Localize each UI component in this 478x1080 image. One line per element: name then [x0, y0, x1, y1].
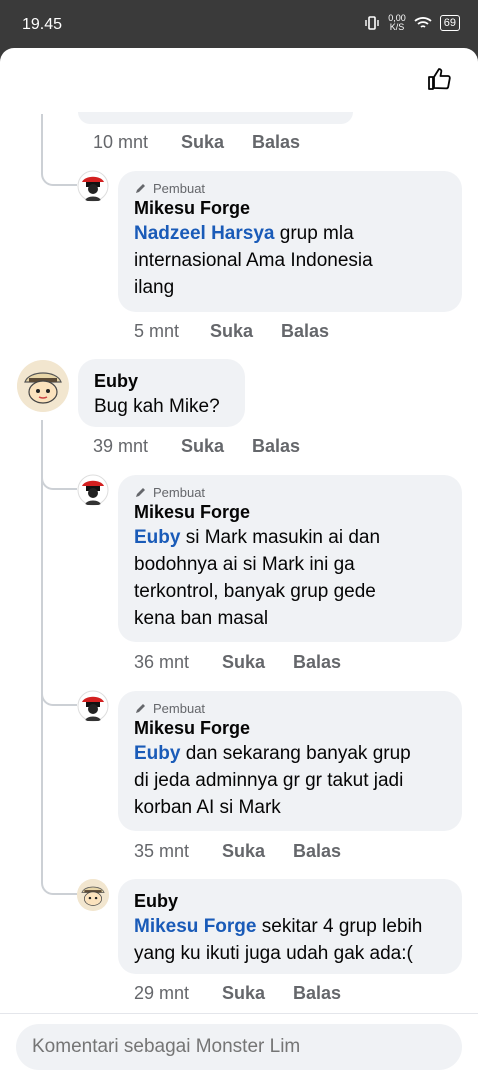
comment-bubble[interactable]: Pembuat Mikesu Forge Nadzeel Harsya grup…: [118, 171, 462, 312]
comment-composer: [0, 1013, 478, 1080]
avatar[interactable]: [77, 879, 109, 911]
comment-bubble[interactable]: Euby Bug kah Mike?: [78, 359, 245, 427]
reply-link[interactable]: Balas: [293, 652, 341, 673]
comment-author[interactable]: Euby: [94, 369, 229, 393]
comment-text: Euby dan sekarang banyak grup di jeda ad…: [134, 743, 411, 818]
reply-link[interactable]: Balas: [281, 321, 329, 342]
status-bar: 19.45 0,00 K/S 69: [0, 0, 478, 48]
avatar-image: [17, 360, 69, 412]
avatar[interactable]: [17, 360, 69, 412]
thumbs-up-icon[interactable]: [426, 66, 452, 92]
like-link[interactable]: Suka: [222, 841, 293, 862]
comment-bubble[interactable]: Pembuat Mikesu Forge Euby si Mark masuki…: [118, 475, 462, 642]
comment-actions: 36 mnt Suka Balas: [134, 652, 341, 673]
network-speed: 0,00 K/S: [388, 13, 406, 32]
like-link[interactable]: Suka: [222, 983, 293, 1004]
like-link[interactable]: Suka: [181, 132, 252, 153]
comment-text: Mikesu Forge sekitar 4 grup lebih yang k…: [134, 916, 423, 964]
like-link[interactable]: Suka: [181, 436, 252, 457]
mention-link[interactable]: Mikesu Forge: [134, 916, 256, 937]
comment-actions: 10 mnt Suka Balas: [93, 132, 300, 153]
reply-connector: [41, 170, 77, 186]
comment-text: Bug kah Mike?: [94, 396, 220, 417]
avatar-image: [77, 879, 109, 911]
avatar-image: [77, 690, 109, 722]
status-icons: 0,00 K/S 69: [364, 14, 460, 32]
comment-author[interactable]: Mikesu Forge: [134, 196, 446, 220]
comment-actions: 5 mnt Suka Balas: [134, 321, 329, 342]
reply-link[interactable]: Balas: [293, 983, 341, 1004]
like-link[interactable]: Suka: [222, 652, 293, 673]
avatar-image: [77, 474, 109, 506]
comment-text: Nadzeel Harsya grup mla internasional Am…: [134, 223, 373, 298]
mention-link[interactable]: Euby: [134, 743, 180, 764]
author-badge: Pembuat: [134, 701, 446, 716]
avatar[interactable]: [77, 474, 109, 506]
avatar-image: [77, 170, 109, 202]
author-badge: Pembuat: [134, 485, 446, 500]
comment-actions: 39 mnt Suka Balas: [93, 436, 300, 457]
reply-link[interactable]: Balas: [293, 841, 341, 862]
vibrate-icon: [365, 16, 379, 30]
avatar[interactable]: [77, 690, 109, 722]
like-link[interactable]: Suka: [210, 321, 281, 342]
status-time: 19.45: [22, 16, 63, 33]
comment-bubble[interactable]: Pembuat Mikesu Forge Euby dan sekarang b…: [118, 691, 462, 831]
comment-actions: 35 mnt Suka Balas: [134, 841, 341, 862]
comment-time: 10 mnt: [93, 132, 149, 152]
comment-time: 29 mnt: [134, 983, 190, 1003]
comment-bubble[interactable]: Euby Mikesu Forge sekitar 4 grup lebih y…: [118, 879, 462, 974]
wifi-icon: [414, 17, 432, 28]
pencil-icon: [136, 184, 145, 193]
partial-comment-bubble: [78, 112, 353, 124]
mention-link[interactable]: Euby: [134, 527, 180, 548]
pencil-icon: [136, 704, 145, 713]
comment-author[interactable]: Mikesu Forge: [134, 716, 446, 740]
comment-actions: 29 mnt Suka Balas: [134, 983, 341, 1004]
reply-connector: [41, 474, 77, 490]
comment-text: Euby si Mark masukin ai dan bodohnya ai …: [134, 527, 381, 629]
reply-connector: [41, 690, 77, 706]
reply-link[interactable]: Balas: [252, 436, 300, 457]
comment-time: 39 mnt: [93, 436, 149, 456]
thread-line: [41, 420, 43, 882]
pencil-icon: [136, 488, 145, 497]
mention-link[interactable]: Nadzeel Harsya: [134, 223, 274, 244]
thread-line: [41, 114, 43, 174]
comment-time: 5 mnt: [134, 321, 180, 341]
comment-input[interactable]: [16, 1024, 462, 1070]
comment-author[interactable]: Euby: [134, 889, 446, 913]
reply-link[interactable]: Balas: [252, 132, 300, 153]
comment-author[interactable]: Mikesu Forge: [134, 500, 446, 524]
battery-indicator: 69: [439, 15, 460, 31]
avatar[interactable]: [77, 170, 109, 202]
reply-connector: [41, 879, 77, 895]
comments-sheet: ~ ~ ~ ~ ~ ~ ~ ~ ~ ~ 10 mnt Suka Balas Pe…: [0, 48, 478, 1080]
author-badge: Pembuat: [134, 181, 446, 196]
comment-time: 36 mnt: [134, 652, 190, 672]
comment-time: 35 mnt: [134, 841, 190, 861]
